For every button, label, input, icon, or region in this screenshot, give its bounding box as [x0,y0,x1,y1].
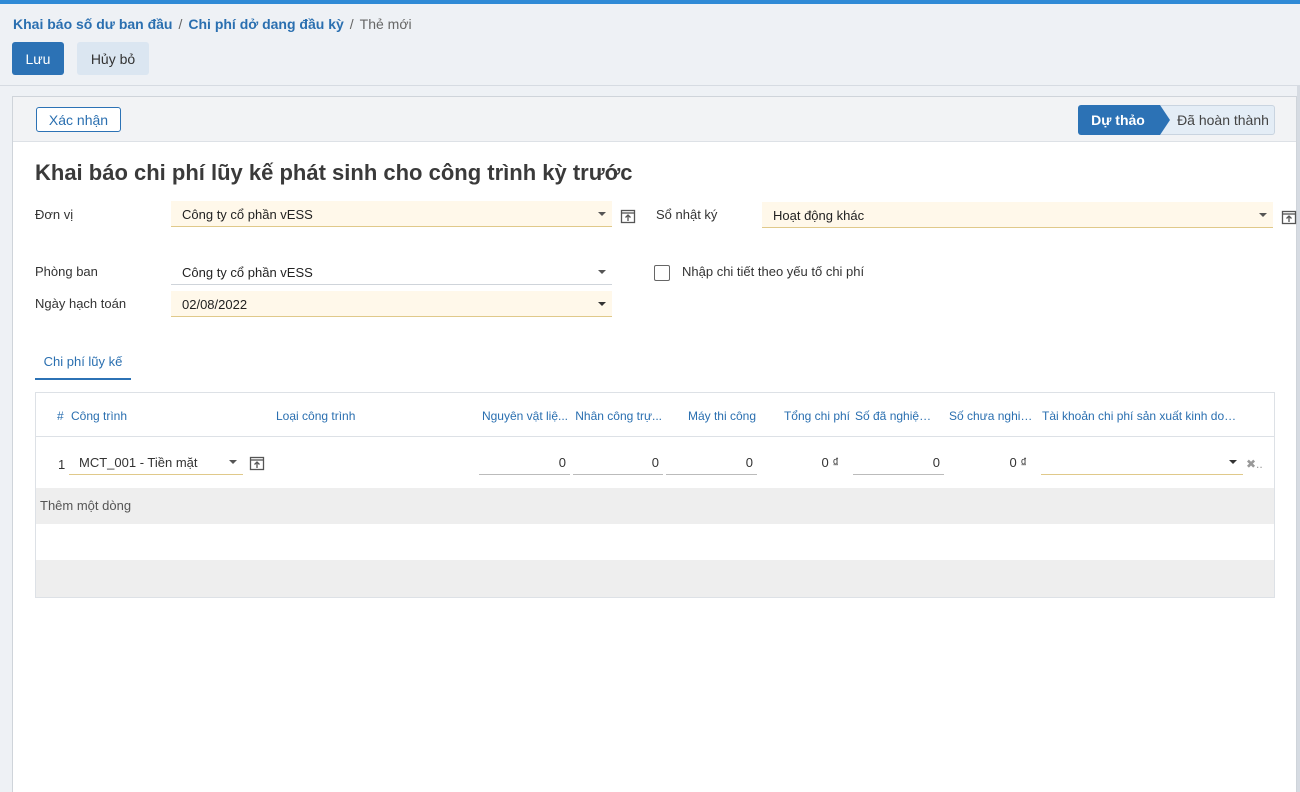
tab-chi-phi-luy-ke[interactable]: Chi phí lũy kế [35,345,131,380]
column-header-nguyen-vat-lieu[interactable]: Nguyên vật liệ... [481,409,568,423]
so-chua-nghiem-thu-value: 0 ₫ [1009,455,1027,470]
form-sheet: Xác nhận Đã hoàn thành Dự thảo Khai báo … [12,96,1297,792]
control-panel: Khai báo số dư ban đầu / Chi phí dở dang đ… [0,4,1300,86]
so-nhat-ky-value: Hoạt động khác [773,208,865,223]
breadcrumb-separator: / [178,16,183,32]
so-nhat-ky-select[interactable]: Hoạt động khác [762,202,1273,228]
breadcrumb: Khai báo số dư ban đầu / Chi phí dở dang đ… [13,16,412,32]
header-divider [36,436,1274,437]
don-vi-label: Đơn vị [35,207,74,222]
column-header-may-thi-cong[interactable]: Máy thi công [672,409,756,423]
chevron-down-icon [598,302,606,306]
column-header-tong-chi-phi[interactable]: Tổng chi phí [773,409,850,423]
column-header-tai-khoan[interactable]: Tài khoản chi phí sản xuất kinh doan... [1042,409,1242,423]
tai-khoan-select[interactable] [1041,449,1243,475]
phong-ban-select[interactable]: Công ty cổ phần vESS [171,259,612,285]
column-header-num: # [57,409,64,423]
column-header-nhan-cong[interactable]: Nhân công trự... [574,409,662,423]
cong-trinh-select[interactable]: MCT_001 - Tiền mặt [69,449,243,475]
page-title: Khai báo chi phí lũy kế phát sinh cho cô… [35,160,633,185]
don-vi-select[interactable]: Công ty cổ phần vESS [171,201,612,227]
status-bar: Xác nhận Đã hoàn thành Dự thảo [13,97,1296,142]
breadcrumb-current: Thẻ mới [359,16,412,32]
add-line-link[interactable]: Thêm một dòng [36,488,1274,524]
nhap-chi-tiet-label: Nhập chi tiết theo yếu tố chi phí [682,264,865,279]
column-header-loai-cong-trinh[interactable]: Loại công trình [276,409,355,423]
cost-table: # Công trình Loại công trình Nguyên vật … [35,392,1275,598]
breadcrumb-item-opening-balance[interactable]: Khai báo số dư ban đầu [13,16,172,32]
external-link-icon[interactable] [620,208,636,224]
ngay-hach-toan-label: Ngày hạch toán [35,296,127,311]
empty-row [36,524,1274,560]
ngay-hach-toan-value: 02/08/2022 [182,297,248,312]
stage-done[interactable]: Đã hoàn thành [1158,105,1275,135]
may-thi-cong-input[interactable]: 0 [666,449,757,475]
cancel-button[interactable]: Hủy bỏ [77,42,149,75]
cong-trinh-value: MCT_001 - Tiền mặt [79,455,198,470]
delete-row-icon[interactable]: ✖.. [1246,457,1263,471]
phong-ban-value: Công ty cổ phần vESS [182,265,313,280]
phong-ban-label: Phòng ban [35,264,98,279]
so-nhat-ky-label: Sổ nhật ký [656,207,718,222]
column-header-so-da-nghiem-thu[interactable]: Số đã nghiệm ... [855,409,941,423]
confirm-button[interactable]: Xác nhận [36,107,121,132]
nhap-chi-tiet-checkbox[interactable] [654,265,670,281]
breadcrumb-item-wip-costs[interactable]: Chi phí dở dang đầu kỳ [188,16,343,32]
chevron-down-icon [1229,460,1237,464]
nhan-cong-input[interactable]: 0 [573,449,663,475]
chevron-down-icon [1259,213,1267,217]
so-da-nghiem-thu-input[interactable]: 0 [853,449,944,475]
row-number: 1 [58,457,66,472]
ngay-hach-toan-date[interactable]: 02/08/2022 [171,291,612,317]
tong-chi-phi-value: 0 ₫ [821,455,839,470]
column-header-so-chua-nghiem-thu[interactable]: Số chưa nghiệ... [949,409,1035,423]
chevron-down-icon [598,270,606,274]
chevron-down-icon [598,212,606,216]
save-button[interactable]: Lưu [12,42,64,75]
column-header-cong-trinh[interactable]: Công trình [71,409,127,423]
don-vi-value: Công ty cổ phần vESS [182,207,313,222]
external-link-icon[interactable] [249,455,265,471]
breadcrumb-separator: / [349,16,354,32]
chevron-down-icon [229,460,237,464]
nguyen-vat-lieu-input[interactable]: 0 [479,449,570,475]
empty-row [36,560,1274,597]
stage-draft[interactable]: Dự thảo [1078,105,1170,135]
external-link-icon[interactable] [1281,209,1297,225]
